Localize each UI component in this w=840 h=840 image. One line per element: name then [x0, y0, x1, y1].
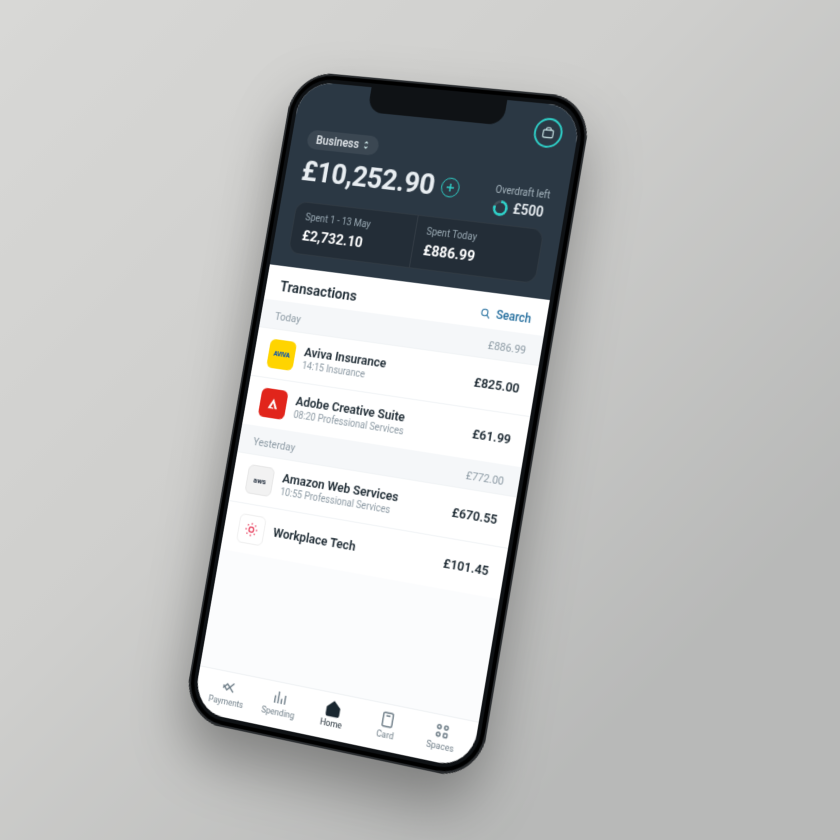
adobe-icon [258, 387, 289, 420]
spending-icon [271, 687, 290, 708]
overdraft-progress-ring-icon [491, 199, 509, 216]
phone-frame: Business £10,252.90 Overdraft left £500 [182, 70, 593, 781]
account-balance: £10,252.90 [299, 154, 437, 202]
nav-spaces[interactable]: Spaces [411, 716, 472, 758]
aws-icon: aws [244, 464, 275, 497]
nav-label: Spending [260, 705, 295, 722]
overdraft-widget[interactable]: Overdraft left £500 [491, 185, 551, 222]
overdraft-label: Overdraft left [495, 185, 551, 202]
nav-label: Spaces [425, 739, 454, 755]
nav-label: Payments [208, 694, 244, 711]
nav-home[interactable]: Home [303, 694, 362, 735]
spending-summary-card[interactable]: Spent 1 - 13 May £2,732.10 Spent Today £… [288, 201, 545, 284]
group-label: Today [274, 310, 302, 326]
add-money-button[interactable] [440, 176, 462, 198]
briefcase-button[interactable] [532, 117, 565, 149]
spaces-icon [433, 720, 453, 742]
briefcase-icon [540, 125, 556, 140]
transaction-name: Workplace Tech [272, 526, 436, 569]
nav-payments[interactable]: Payments [199, 673, 256, 713]
card-icon [378, 709, 398, 730]
search-icon [478, 306, 492, 320]
account-selector[interactable]: Business [306, 129, 380, 155]
transaction-amount: £101.45 [442, 556, 490, 579]
search-label: Search [495, 308, 532, 326]
search-button[interactable]: Search [478, 305, 532, 326]
group-total: £772.00 [465, 469, 505, 488]
nav-card[interactable]: Card [357, 705, 417, 746]
transaction-amount: £61.99 [471, 427, 512, 448]
group-total: £886.99 [487, 339, 527, 357]
plus-icon [445, 182, 456, 193]
group-label: Yesterday [252, 435, 296, 454]
transaction-amount: £825.00 [473, 375, 521, 396]
payments-icon [219, 677, 238, 698]
nav-label: Card [375, 729, 394, 743]
home-icon [324, 698, 343, 719]
account-label: Business [315, 133, 360, 151]
spent-today-value: £886.99 [422, 241, 528, 271]
transactions-list: Today£886.99AVIVAAviva Insurance14:15 In… [220, 299, 543, 600]
nav-label: Home [319, 717, 342, 731]
nav-spending[interactable]: Spending [251, 684, 309, 724]
workplace-icon [236, 513, 267, 546]
aviva-icon: AVIVA [266, 339, 297, 371]
overdraft-value: £500 [512, 202, 545, 221]
transactions-panel: Transactions Search Today£886.99AVIVAAvi… [200, 264, 550, 721]
transactions-title: Transactions [279, 278, 359, 305]
transaction-amount: £670.55 [451, 505, 499, 528]
chevron-updown-icon [362, 141, 370, 149]
app-screen: Business £10,252.90 Overdraft left £500 [192, 81, 582, 770]
